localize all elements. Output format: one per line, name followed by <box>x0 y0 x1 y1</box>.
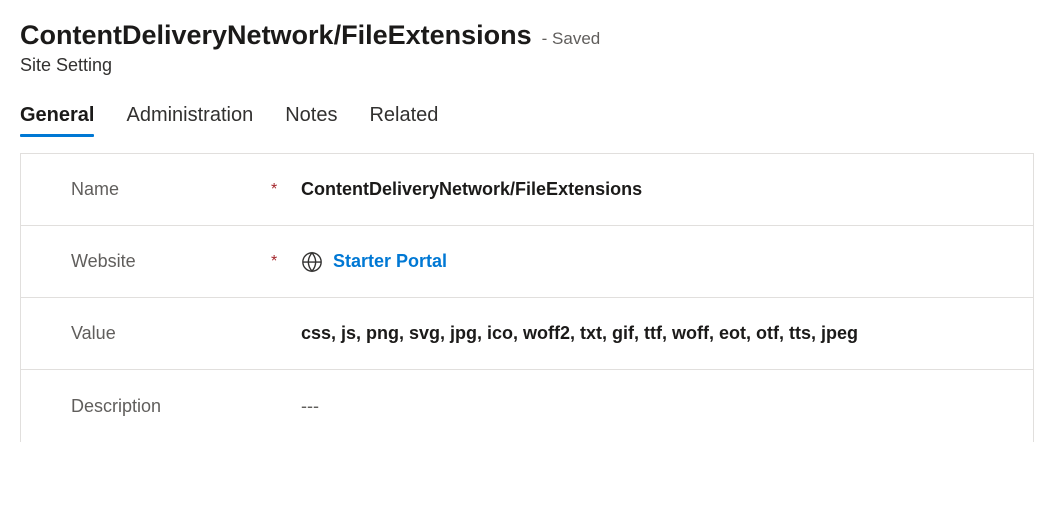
field-label-website: Website <box>71 251 271 272</box>
field-row-website[interactable]: Website * Starter Portal <box>21 226 1033 298</box>
field-label-value: Value <box>71 323 271 344</box>
globe-icon <box>301 251 323 273</box>
required-marker: * <box>271 181 301 199</box>
entity-type-label: Site Setting <box>20 55 1034 76</box>
title-row: ContentDeliveryNetwork/FileExtensions - … <box>20 20 1034 51</box>
field-value-value: css, js, png, svg, jpg, ico, woff2, txt,… <box>301 323 858 344</box>
tab-bar: General Administration Notes Related <box>20 104 1034 135</box>
field-label-description: Description <box>71 396 271 417</box>
page-title: ContentDeliveryNetwork/FileExtensions <box>20 20 532 51</box>
tab-administration[interactable]: Administration <box>126 104 253 135</box>
required-marker: * <box>271 253 301 271</box>
saved-status: - Saved <box>542 29 601 49</box>
tab-related[interactable]: Related <box>369 104 438 135</box>
field-value-website: Starter Portal <box>301 251 447 273</box>
website-link[interactable]: Starter Portal <box>333 251 447 272</box>
tab-general[interactable]: General <box>20 104 94 135</box>
field-value-name: ContentDeliveryNetwork/FileExtensions <box>301 179 642 200</box>
field-row-name[interactable]: Name * ContentDeliveryNetwork/FileExtens… <box>21 154 1033 226</box>
form-panel: Name * ContentDeliveryNetwork/FileExtens… <box>20 153 1034 442</box>
field-row-description[interactable]: Description --- <box>21 370 1033 442</box>
field-value-description: --- <box>301 396 319 417</box>
field-label-name: Name <box>71 179 271 200</box>
page-header: ContentDeliveryNetwork/FileExtensions - … <box>20 20 1034 76</box>
tab-notes[interactable]: Notes <box>285 104 337 135</box>
field-row-value[interactable]: Value css, js, png, svg, jpg, ico, woff2… <box>21 298 1033 370</box>
